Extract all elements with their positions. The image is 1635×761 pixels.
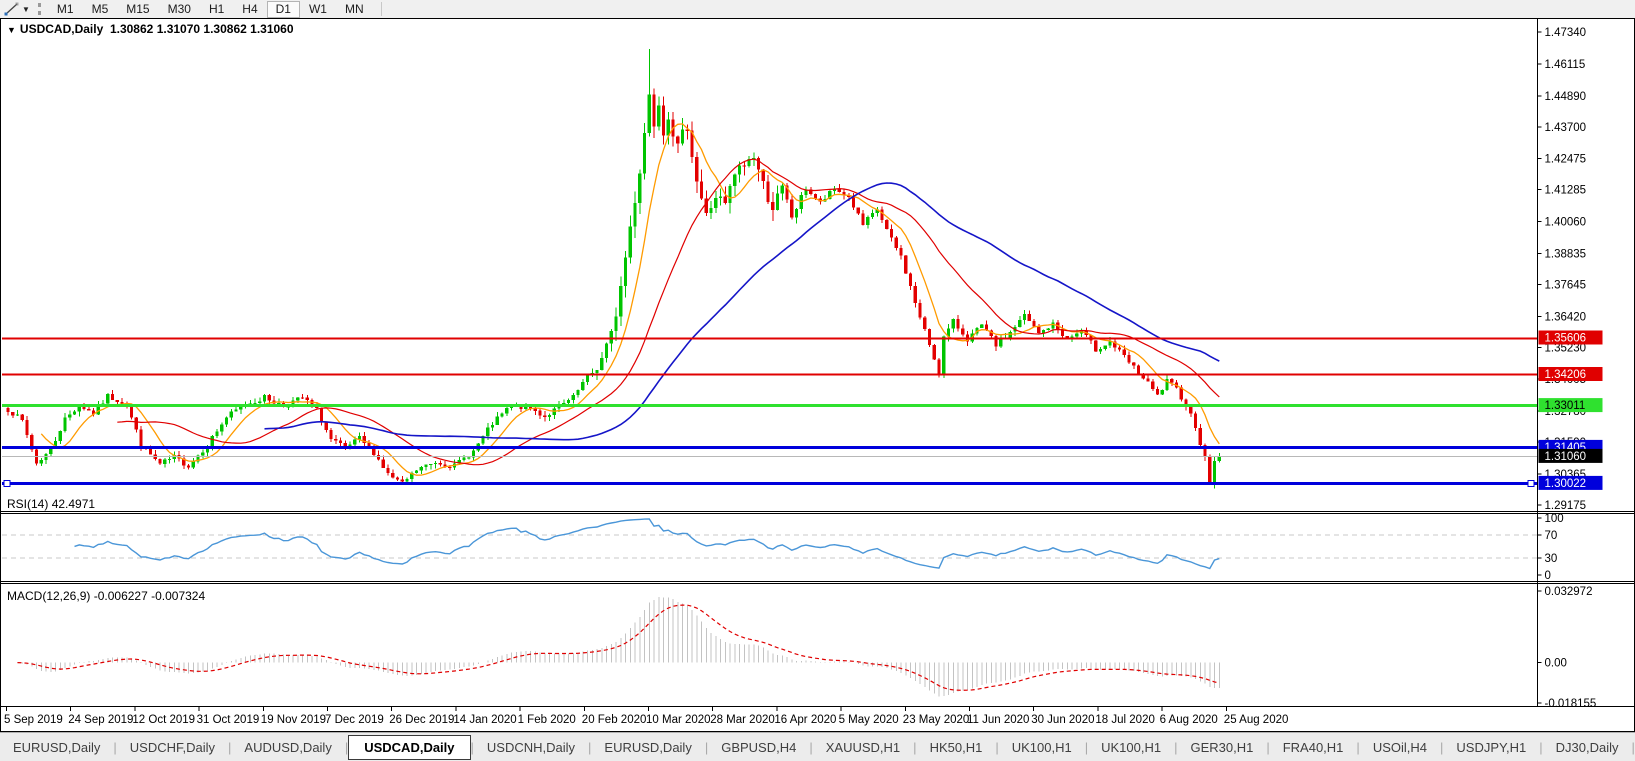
chart-window: 1.47340 1.46115 1.44890 1.43700 1.42475 1.412… [0, 18, 1635, 732]
chart-tab-xauusd-h1[interactable]: XAUUSD,H1 [813, 736, 913, 759]
hline-handle[interactable] [3, 479, 11, 488]
timeframe-button-d1[interactable]: D1 [266, 0, 300, 18]
chart-tab-ger30-h1[interactable]: GER30,H1 [1177, 736, 1266, 759]
svg-text:7 Dec 2019: 7 Dec 2019 [325, 714, 384, 726]
svg-text:70: 70 [1545, 530, 1558, 542]
timeframe-button-w1[interactable]: W1 [300, 1, 336, 18]
svg-text:100: 100 [1545, 513, 1564, 525]
svg-text:30: 30 [1545, 553, 1558, 565]
tool-dropdown-arrow-icon[interactable]: ▼ [22, 5, 30, 14]
mt4-application-window: ▼ M1 M5 M15 M30 H1 H4 D1 W1 MN 1.47340 1.46115 1.4… [0, 0, 1635, 761]
svg-text:-0.018155: -0.018155 [1545, 698, 1597, 710]
svg-text:6 Aug 2020: 6 Aug 2020 [1160, 714, 1218, 726]
chart-tab-eurusd-daily[interactable]: EURUSD,Daily [591, 736, 704, 759]
hline-handle[interactable] [1527, 479, 1535, 488]
svg-text:11 Jun 2020: 11 Jun 2020 [967, 714, 1029, 726]
svg-text:18 Jul 2020: 18 Jul 2020 [1095, 714, 1154, 726]
timeframe-button-m15[interactable]: M15 [117, 1, 158, 18]
chart-tab-usdjpy-h1[interactable]: USDJPY,H1 [1443, 736, 1539, 759]
svg-text:1.42475: 1.42475 [1545, 154, 1587, 166]
chart-tab-eurusd-daily[interactable]: EURUSD,Daily [0, 736, 113, 759]
svg-text:31 Oct 2019: 31 Oct 2019 [197, 714, 260, 726]
svg-text:1.33011: 1.33011 [1545, 400, 1586, 412]
chart-tab-usdchf-daily[interactable]: USDCHF,Daily [117, 736, 228, 759]
svg-text:23 May 2020: 23 May 2020 [903, 714, 970, 726]
svg-text:28 Mar 2020: 28 Mar 2020 [710, 714, 775, 726]
svg-text:10 Mar 2020: 10 Mar 2020 [646, 714, 711, 726]
svg-text:1.41285: 1.41285 [1545, 185, 1587, 197]
toolbar-grip[interactable] [37, 3, 41, 15]
chart-tab-gbpusd-h4[interactable]: GBPUSD,H4 [708, 736, 809, 759]
svg-text:1.46115: 1.46115 [1545, 59, 1586, 71]
svg-text:1.35606: 1.35606 [1545, 333, 1587, 345]
svg-text:1.36420: 1.36420 [1545, 311, 1587, 323]
svg-text:1.31060: 1.31060 [1545, 451, 1587, 463]
top-toolbar: ▼ M1 M5 M15 M30 H1 H4 D1 W1 MN [0, 0, 1635, 18]
timeframe-button-mn[interactable]: MN [336, 1, 373, 18]
toolbar-separator [380, 2, 382, 16]
svg-text:1.29175: 1.29175 [1545, 500, 1587, 512]
svg-text:0: 0 [1545, 570, 1551, 582]
svg-text:1.37645: 1.37645 [1545, 279, 1587, 291]
svg-text:1.34206: 1.34206 [1545, 369, 1587, 381]
svg-text:1.43700: 1.43700 [1545, 122, 1587, 134]
svg-text:5 May 2020: 5 May 2020 [839, 714, 899, 726]
chart-tab-usoil-h4[interactable]: USOil,H4 [1360, 736, 1440, 759]
svg-text:19 Nov 2019: 19 Nov 2019 [261, 714, 326, 726]
timeframe-button-m1[interactable]: M1 [48, 1, 83, 18]
svg-text:16 Apr 2020: 16 Apr 2020 [774, 714, 836, 726]
svg-text:20 Feb 2020: 20 Feb 2020 [582, 714, 647, 726]
chart-tab-fra40-h1[interactable]: FRA40,H1 [1270, 736, 1357, 759]
timeframe-button-h1[interactable]: H1 [200, 1, 233, 18]
svg-text:0.00: 0.00 [1545, 658, 1567, 670]
svg-text:1.47340: 1.47340 [1545, 27, 1587, 39]
timeframe-button-group: M1 M5 M15 M30 H1 H4 D1 W1 MN [48, 0, 373, 18]
cursor-tool-icon[interactable] [3, 2, 21, 16]
svg-text:14 Jan 2020: 14 Jan 2020 [453, 714, 516, 726]
svg-text:5 Sep 2019: 5 Sep 2019 [4, 714, 63, 726]
chart-tab-bar: EURUSD,Daily | USDCHF,Daily | AUDUSD,Daily | U… [0, 732, 1635, 761]
timeframe-button-m30[interactable]: M30 [159, 1, 200, 18]
chart-tab-uk100-h1[interactable]: UK100,H1 [999, 736, 1085, 759]
svg-text:25 Aug 2020: 25 Aug 2020 [1224, 714, 1289, 726]
svg-text:30 Jun 2020: 30 Jun 2020 [1031, 714, 1094, 726]
chart-tab-hk50-h1[interactable]: HK50,H1 [917, 736, 996, 759]
chart-tab-dj30-daily[interactable]: DJ30,Daily [1543, 736, 1632, 759]
svg-text:1.40060: 1.40060 [1545, 217, 1587, 229]
chart-tab-audusd-daily[interactable]: AUDUSD,Daily [231, 736, 344, 759]
svg-text:1.38835: 1.38835 [1545, 249, 1587, 261]
svg-text:26 Dec 2019: 26 Dec 2019 [389, 714, 454, 726]
svg-text:1.30022: 1.30022 [1545, 478, 1587, 490]
svg-text:1 Feb 2020: 1 Feb 2020 [518, 714, 576, 726]
timeframe-button-m5[interactable]: M5 [83, 1, 118, 18]
chart-tab-uk100-h1[interactable]: UK100,H1 [1088, 736, 1174, 759]
chart-tab-usdcad-daily[interactable]: USDCAD,Daily [348, 735, 471, 760]
chart-tab-usdcnh-daily[interactable]: USDCNH,Daily [474, 736, 588, 759]
svg-text:24 Sep 2019: 24 Sep 2019 [68, 714, 133, 726]
price-chart-svg[interactable]: 1.47340 1.46115 1.44890 1.43700 1.42475 1.412… [0, 18, 1635, 732]
svg-text:12 Oct 2019: 12 Oct 2019 [132, 714, 195, 726]
svg-text:1.44890: 1.44890 [1545, 91, 1587, 103]
svg-text:0.032972: 0.032972 [1545, 586, 1593, 598]
timeframe-button-h4[interactable]: H4 [233, 1, 266, 18]
